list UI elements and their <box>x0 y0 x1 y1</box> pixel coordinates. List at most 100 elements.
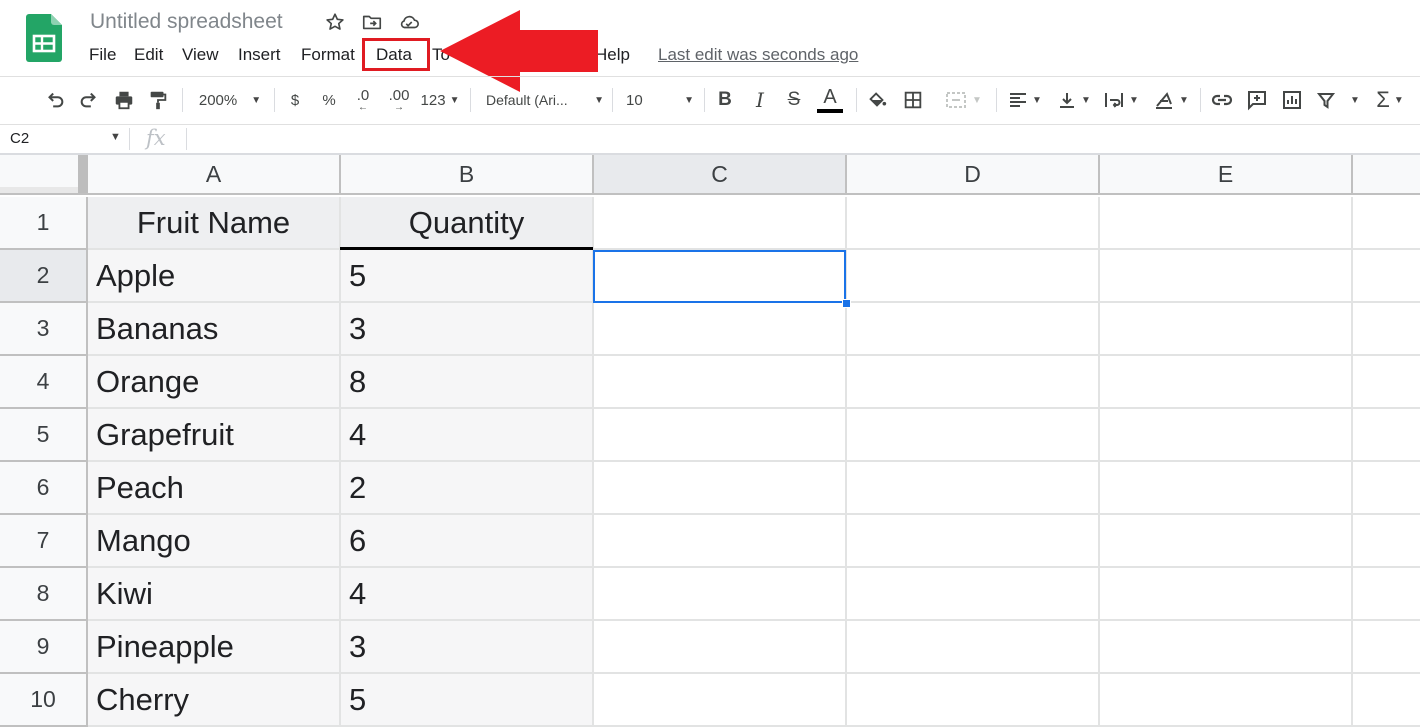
menu-insert[interactable]: Insert <box>238 45 281 65</box>
cell-f3[interactable] <box>1353 303 1420 356</box>
cell-d1[interactable] <box>847 197 1100 250</box>
horizontal-align-icon[interactable]: ▼ <box>1004 86 1046 114</box>
menu-help[interactable]: Help <box>595 45 630 65</box>
cell-f2[interactable] <box>1353 250 1420 303</box>
print-icon[interactable] <box>110 86 138 114</box>
row-header-10[interactable]: 10 <box>0 674 88 727</box>
insert-comment-icon[interactable] <box>1243 86 1271 114</box>
text-rotation-icon[interactable]: ▼ <box>1150 86 1192 114</box>
paint-format-icon[interactable] <box>145 86 171 114</box>
vertical-align-icon[interactable]: ▼ <box>1054 86 1094 114</box>
cell-b3[interactable]: 3 <box>341 303 594 356</box>
cell-b7[interactable]: 6 <box>341 515 594 568</box>
cell-a10[interactable]: Cherry <box>88 674 341 727</box>
row-header-8[interactable]: 8 <box>0 568 88 621</box>
cell-a7[interactable]: Mango <box>88 515 341 568</box>
redo-icon[interactable] <box>76 86 102 114</box>
currency-format-button[interactable]: $ <box>284 86 306 114</box>
cell-b4[interactable]: 8 <box>341 356 594 409</box>
chevron-down-icon[interactable]: ▼ <box>110 131 121 143</box>
cell-a3[interactable]: Bananas <box>88 303 341 356</box>
cell-d4[interactable] <box>847 356 1100 409</box>
cell-b9[interactable]: 3 <box>341 621 594 674</box>
italic-button[interactable]: I <box>748 86 772 114</box>
cell-e3[interactable] <box>1100 303 1353 356</box>
row-header-7[interactable]: 7 <box>0 515 88 568</box>
cell-f1[interactable] <box>1353 197 1420 250</box>
column-header-b[interactable]: B <box>341 155 594 195</box>
column-header-f[interactable] <box>1353 155 1420 195</box>
cell-f4[interactable] <box>1353 356 1420 409</box>
document-title[interactable]: Untitled spreadsheet <box>90 10 283 34</box>
cell-f8[interactable] <box>1353 568 1420 621</box>
cloud-saved-icon[interactable] <box>398 11 420 33</box>
formula-input[interactable] <box>196 126 1416 152</box>
cell-b2[interactable]: 5 <box>341 250 594 303</box>
frozen-column-handle[interactable] <box>78 155 88 193</box>
cell-c4[interactable] <box>594 356 847 409</box>
cell-d9[interactable] <box>847 621 1100 674</box>
cell-d10[interactable] <box>847 674 1100 727</box>
column-header-c[interactable]: C <box>594 155 847 195</box>
cell-e4[interactable] <box>1100 356 1353 409</box>
menu-format[interactable]: Format <box>301 45 355 65</box>
filter-icon[interactable]: ▼ <box>1314 86 1362 114</box>
fill-handle[interactable] <box>842 299 851 308</box>
percent-format-button[interactable]: % <box>318 86 340 114</box>
star-icon[interactable] <box>324 11 346 33</box>
text-wrapping-icon[interactable]: ▼ <box>1100 86 1142 114</box>
row-header-1[interactable]: 1 <box>0 197 88 250</box>
cell-c9[interactable] <box>594 621 847 674</box>
cell-c5[interactable] <box>594 409 847 462</box>
cell-d6[interactable] <box>847 462 1100 515</box>
move-to-folder-icon[interactable] <box>361 11 383 33</box>
row-header-4[interactable]: 4 <box>0 356 88 409</box>
cell-b6[interactable]: 2 <box>341 462 594 515</box>
cell-a5[interactable]: Grapefruit <box>88 409 341 462</box>
text-color-button[interactable]: A <box>816 86 844 114</box>
cell-e10[interactable] <box>1100 674 1353 727</box>
cell-b8[interactable]: 4 <box>341 568 594 621</box>
decrease-decimal-button[interactable]: .0 ← <box>350 86 376 114</box>
cell-c10[interactable] <box>594 674 847 727</box>
cell-b1[interactable]: Quantity <box>341 197 594 250</box>
cell-c3[interactable] <box>594 303 847 356</box>
cell-e1[interactable] <box>1100 197 1353 250</box>
cell-c6[interactable] <box>594 462 847 515</box>
cell-a4[interactable]: Orange <box>88 356 341 409</box>
font-family-select[interactable]: Default (Ari... ▼ <box>486 86 604 114</box>
column-header-d[interactable]: D <box>847 155 1100 195</box>
last-edit-link[interactable]: Last edit was seconds ago <box>658 45 858 65</box>
frozen-row-handle[interactable] <box>0 187 78 193</box>
increase-decimal-button[interactable]: .00 → <box>384 86 414 114</box>
cell-f7[interactable] <box>1353 515 1420 568</box>
cell-a6[interactable]: Peach <box>88 462 341 515</box>
menu-view[interactable]: View <box>182 45 219 65</box>
menu-file[interactable]: File <box>89 45 116 65</box>
cell-a2[interactable]: Apple <box>88 250 341 303</box>
undo-icon[interactable] <box>42 86 68 114</box>
cell-e8[interactable] <box>1100 568 1353 621</box>
cell-d5[interactable] <box>847 409 1100 462</box>
sheets-logo-icon[interactable] <box>26 14 62 62</box>
more-formats-button[interactable]: 123 ▼ <box>418 86 462 114</box>
zoom-select[interactable]: 200% ▼ <box>194 86 266 114</box>
cell-e5[interactable] <box>1100 409 1353 462</box>
strikethrough-button[interactable]: S <box>782 86 806 114</box>
row-header-5[interactable]: 5 <box>0 409 88 462</box>
cell-e7[interactable] <box>1100 515 1353 568</box>
row-header-9[interactable]: 9 <box>0 621 88 674</box>
cell-e6[interactable] <box>1100 462 1353 515</box>
functions-icon[interactable]: Σ ▼ <box>1370 86 1410 114</box>
cell-a8[interactable]: Kiwi <box>88 568 341 621</box>
row-header-3[interactable]: 3 <box>0 303 88 356</box>
row-header-6[interactable]: 6 <box>0 462 88 515</box>
cell-a1[interactable]: Fruit Name <box>88 197 341 250</box>
font-size-select[interactable]: 10 ▼ <box>626 86 694 114</box>
select-all-corner[interactable] <box>0 155 88 195</box>
row-header-2[interactable]: 2 <box>0 250 88 303</box>
cell-a9[interactable]: Pineapple <box>88 621 341 674</box>
cell-f5[interactable] <box>1353 409 1420 462</box>
column-header-e[interactable]: E <box>1100 155 1353 195</box>
cell-c1[interactable] <box>594 197 847 250</box>
